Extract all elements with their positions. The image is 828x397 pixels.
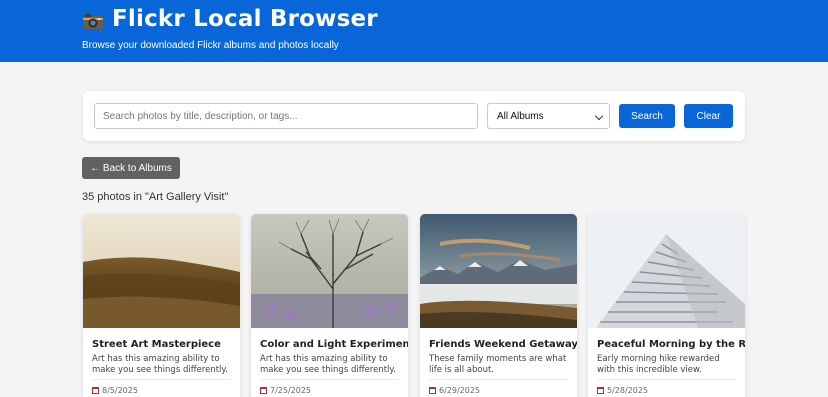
divider <box>92 379 231 380</box>
photo-card[interactable]: Color and Light Experiment Art has this … <box>251 214 408 397</box>
album-select-value: All Albums <box>497 110 544 122</box>
photo-date-text: 5/28/2025 <box>607 386 649 395</box>
camera-icon <box>82 10 104 29</box>
photo-card[interactable]: Peaceful Morning by the River Early morn… <box>588 214 745 397</box>
divider <box>597 379 736 380</box>
photo-description: Art has this amazing ability to make you… <box>92 354 228 375</box>
photo-title: Street Art Masterpiece <box>92 339 221 350</box>
app-subtitle: Browse your downloaded Flickr albums and… <box>82 40 339 51</box>
photo-date: 5/28/2025 <box>597 386 648 395</box>
app-header: Flickr Local Browser Browse your downloa… <box>0 0 828 62</box>
photo-date: 8/5/2025 <box>92 386 138 395</box>
photo-date-text: 7/25/2025 <box>270 386 312 395</box>
calendar-icon <box>597 387 604 394</box>
photo-title: Peaceful Morning by the River <box>597 339 745 350</box>
calendar-icon <box>429 387 436 394</box>
photo-date: 6/29/2025 <box>429 386 480 395</box>
photo-thumbnail <box>83 214 240 328</box>
photo-date-text: 8/5/2025 <box>102 386 138 395</box>
photo-date-text: 6/29/2025 <box>439 386 481 395</box>
calendar-icon <box>92 387 99 394</box>
clear-button[interactable]: Clear <box>684 104 733 128</box>
search-button[interactable]: Search <box>619 104 675 128</box>
app-title-text: Flickr Local Browser <box>112 6 378 32</box>
chevron-down-icon <box>594 111 604 121</box>
search-panel: All Albums Search Clear <box>83 91 745 141</box>
photo-title: Friends Weekend Getaway <box>429 339 577 350</box>
divider <box>260 379 399 380</box>
photo-title: Color and Light Experiment <box>260 339 408 350</box>
photo-card[interactable]: Street Art Masterpiece Art has this amaz… <box>83 214 240 397</box>
divider <box>429 379 568 380</box>
back-to-albums-button[interactable]: ← Back to Albums <box>82 157 180 179</box>
photo-description: Art has this amazing ability to make you… <box>260 354 396 375</box>
search-input[interactable] <box>94 103 478 129</box>
calendar-icon <box>260 387 267 394</box>
photo-card[interactable]: Friends Weekend Getaway These family mom… <box>420 214 577 397</box>
photo-thumbnail <box>251 214 408 328</box>
photo-description: These family moments are what life is al… <box>429 354 567 375</box>
photo-thumbnail <box>420 214 577 328</box>
photo-date: 7/25/2025 <box>260 386 311 395</box>
photo-count: 35 photos in "Art Gallery Visit" <box>82 191 229 203</box>
album-select[interactable]: All Albums <box>487 103 610 129</box>
photo-thumbnail <box>588 214 745 328</box>
app-title: Flickr Local Browser <box>82 6 378 32</box>
photo-description: Early morning hike rewarded with this in… <box>597 354 720 375</box>
